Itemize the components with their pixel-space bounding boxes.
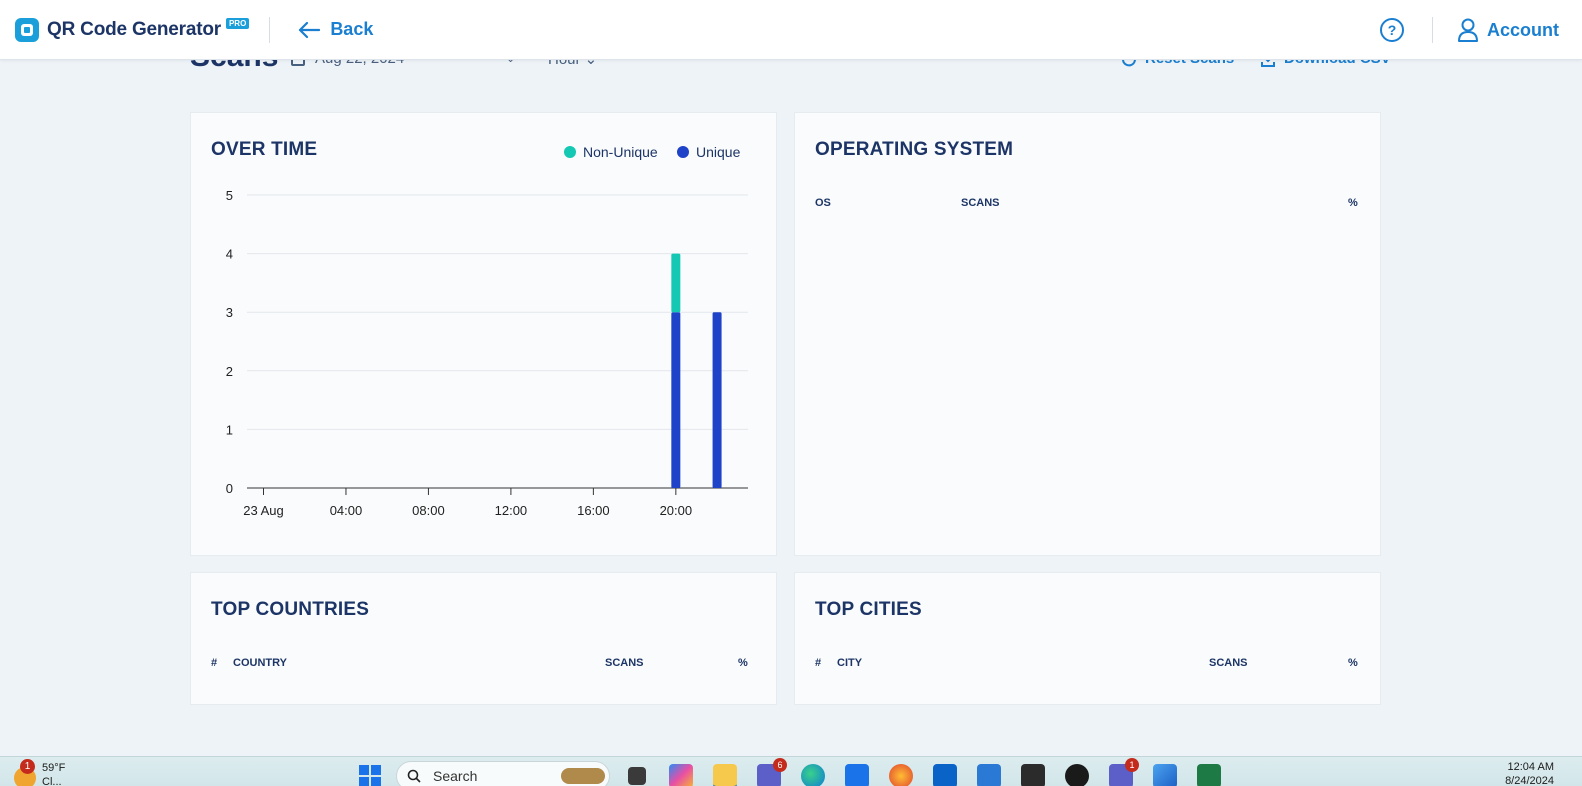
bar-non-unique — [671, 253, 681, 313]
over-time-chart: 0 1 2 3 4 5 23 Aug 04:00 08:00 12:00 16:00 20:00 — [226, 188, 748, 518]
taskbar-search[interactable]: Search — [396, 761, 610, 786]
app-header: QR Code Generator PRO Back ? Account — [0, 0, 1582, 60]
top-cities-title: TOP CITIES — [815, 599, 922, 620]
header-divider-right — [1432, 17, 1433, 43]
column-header-country: COUNTRY — [233, 657, 287, 669]
teams-icon[interactable]: 6 — [757, 758, 787, 786]
x-tick-label: 16:00 — [577, 503, 610, 518]
x-tick-label: 20:00 — [660, 503, 693, 518]
back-label: Back — [330, 19, 374, 39]
microsoft-store-icon[interactable] — [845, 764, 869, 786]
x-tick-label: 12:00 — [495, 503, 528, 518]
windows-start-icon[interactable] — [359, 765, 381, 786]
header-divider — [269, 16, 271, 43]
column-header-scans: SCANS — [1209, 657, 1248, 669]
column-header-rank: # — [211, 657, 218, 669]
column-header-scans: SCANS — [605, 657, 644, 669]
teams-notification-badge: 6 — [773, 758, 787, 772]
operating-system-card: OPERATING SYSTEM OS SCANS % — [794, 112, 1381, 556]
teams-classic-icon[interactable]: 1 — [1109, 758, 1139, 786]
clock-time: 12:04 AM — [1507, 761, 1554, 773]
top-countries-card: TOP COUNTRIES # COUNTRY SCANS % — [190, 572, 777, 705]
system-clock[interactable]: 12:04 AM 8/24/2024 — [1505, 760, 1554, 786]
over-time-card: OVER TIME Non-Unique Unique 0 1 2 3 4 5 23 Aug… — [190, 112, 777, 556]
teams-classic-notification-badge: 1 — [1125, 758, 1139, 772]
top-cities-card: TOP CITIES # CITY SCANS % — [794, 572, 1381, 705]
edge-browser-icon[interactable] — [801, 764, 825, 786]
column-header-percent: % — [1348, 197, 1358, 209]
excel-icon[interactable] — [1197, 764, 1221, 786]
notepad-icon[interactable] — [977, 764, 1001, 786]
x-tick-label: 23 Aug — [243, 503, 284, 518]
y-tick-label: 0 — [226, 481, 233, 496]
clock-date: 8/24/2024 — [1505, 775, 1554, 786]
y-tick-label: 4 — [226, 247, 233, 262]
weather-notification-badge: 1 — [20, 759, 35, 774]
y-tick-label: 1 — [226, 422, 233, 437]
taskbar: 1 59°F Cl... Search 6 1 12:04 AM 8/24/20… — [0, 756, 1582, 786]
back-button[interactable]: Back — [298, 19, 373, 40]
search-highlight-icon — [561, 768, 605, 784]
search-placeholder: Search — [433, 768, 478, 784]
weather-temperature: 59°F — [42, 762, 66, 774]
qr-app-icon[interactable] — [1065, 764, 1089, 786]
weather-condition: Cl... — [42, 776, 62, 786]
column-header-rank: # — [815, 657, 822, 669]
column-header-percent: % — [738, 657, 748, 669]
search-icon — [407, 769, 421, 783]
y-tick-label: 5 — [226, 188, 233, 203]
outlook-icon[interactable] — [933, 764, 957, 786]
firefox-icon[interactable] — [889, 764, 913, 786]
file-explorer-icon[interactable] — [713, 764, 737, 786]
y-tick-label: 3 — [226, 305, 233, 320]
user-icon — [1458, 18, 1478, 42]
photos-icon[interactable] — [1153, 764, 1177, 786]
x-tick-label: 04:00 — [330, 503, 363, 518]
qr-logo-icon — [15, 17, 39, 42]
arrow-left-icon — [299, 21, 321, 38]
copilot-icon[interactable] — [669, 764, 693, 786]
column-header-os: OS — [815, 197, 831, 209]
pro-badge: PRO — [225, 18, 250, 29]
x-tick-label: 08:00 — [412, 503, 445, 518]
weather-icon: 1 — [14, 759, 36, 786]
column-header-city: CITY — [837, 657, 863, 669]
top-countries-title: TOP COUNTRIES — [211, 599, 370, 620]
account-label: Account — [1487, 19, 1559, 40]
terminal-icon[interactable] — [1021, 764, 1045, 786]
help-icon[interactable]: ? — [1380, 18, 1404, 42]
bar-unique — [712, 312, 722, 488]
app-logo[interactable]: QR Code Generator PRO — [15, 17, 250, 42]
task-view-icon[interactable] — [628, 767, 646, 785]
y-tick-label: 2 — [226, 364, 233, 379]
operating-system-title: OPERATING SYSTEM — [815, 139, 1014, 160]
column-header-scans: SCANS — [961, 197, 1000, 209]
app-name: QR Code Generator — [47, 18, 221, 40]
account-button[interactable]: Account — [1457, 18, 1559, 42]
weather-widget[interactable]: 1 59°F Cl... — [14, 759, 66, 786]
bar-unique — [671, 312, 681, 488]
column-header-percent: % — [1348, 657, 1358, 669]
